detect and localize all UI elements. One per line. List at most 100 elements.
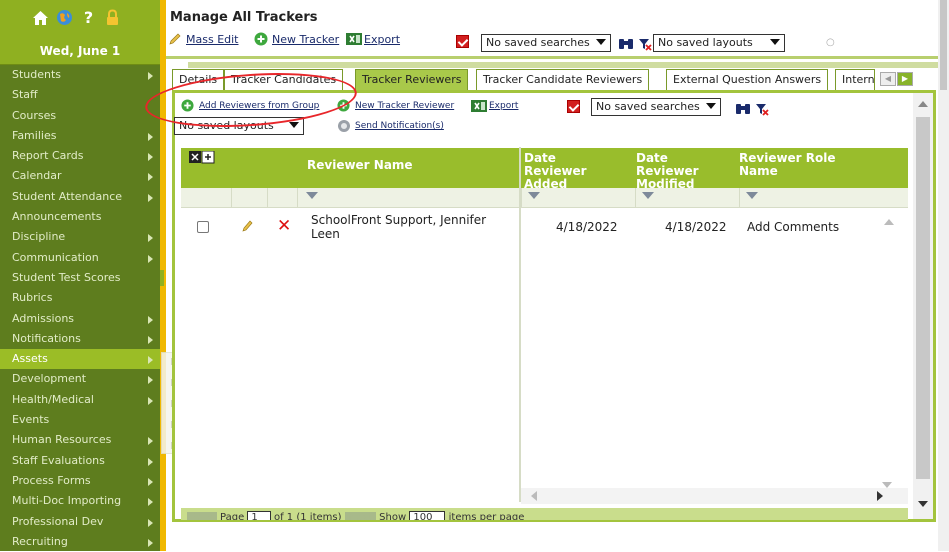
tab-tracker-candidate-reviewers[interactable]: Tracker Candidate Reviewers: [476, 69, 650, 91]
sidebar-item-notifications[interactable]: Notifications: [0, 329, 160, 349]
tab-scroll-left-icon[interactable]: ◀: [880, 72, 896, 86]
clear-filter-icon[interactable]: [755, 102, 769, 119]
sub-export-label[interactable]: Export: [489, 101, 518, 111]
lock-icon[interactable]: [104, 9, 121, 26]
page-scrollbar[interactable]: [938, 0, 949, 551]
sidebar-item-human-resources[interactable]: Human Resources: [0, 430, 160, 450]
send-notification-label[interactable]: Send Notification(s): [355, 121, 444, 131]
sidebar-item-student-attendance[interactable]: Student Attendance: [0, 187, 160, 207]
tab-tracker-reviewers[interactable]: Tracker Reviewers: [355, 69, 469, 91]
send-notification-button[interactable]: Send Notification(s): [337, 119, 444, 133]
export-label[interactable]: Export: [364, 33, 400, 46]
saved-searches-select[interactable]: No saved searches: [481, 34, 611, 52]
page-size-select[interactable]: 100: [409, 511, 446, 520]
clear-filter-icon[interactable]: [638, 37, 652, 54]
filter-icon[interactable]: [642, 192, 654, 199]
prev-page-button[interactable]: Prev: [187, 512, 217, 520]
sidebar-item-process-forms[interactable]: Process Forms: [0, 471, 160, 491]
binoculars-icon[interactable]: [735, 101, 751, 118]
horizontal-scrollbar[interactable]: [521, 488, 908, 504]
scroll-down-icon[interactable]: [918, 501, 928, 507]
layout-save-icon[interactable]: ○: [826, 37, 835, 48]
filter-icon[interactable]: [306, 192, 318, 199]
new-tracker-button[interactable]: New Tracker: [254, 32, 339, 46]
column-header-reviewer-name[interactable]: Reviewer Name: [307, 159, 413, 172]
tab-tracker-candidates[interactable]: Tracker Candidates: [224, 69, 344, 91]
sidebar-item-rubrics[interactable]: Rubrics: [0, 288, 160, 308]
page-select[interactable]: 1: [247, 511, 271, 520]
role-name-cell: Add Comments: [747, 220, 840, 234]
scroll-right-icon[interactable]: [877, 491, 883, 501]
new-tracker-reviewer-label[interactable]: New Tracker Reviewer: [355, 101, 454, 111]
next-page-button[interactable]: Next: [344, 512, 376, 520]
row-select-checkbox[interactable]: [197, 221, 209, 233]
sidebar-collapse-handle[interactable]: [160, 270, 164, 286]
add-reviewers-label[interactable]: Add Reviewers from Group: [199, 101, 319, 111]
sidebar-item-events[interactable]: Events: [0, 410, 160, 430]
tab-external-question-answers[interactable]: External Question Answers: [666, 69, 829, 91]
page-scroll-thumb[interactable]: [940, 0, 947, 90]
add-reviewers-button[interactable]: Add Reviewers from Group: [181, 99, 319, 113]
new-tracker-reviewer-button[interactable]: New Tracker Reviewer: [337, 99, 454, 113]
tab-intern[interactable]: Intern: [835, 69, 875, 91]
sidebar-item-development[interactable]: Development: [0, 369, 160, 389]
help-icon[interactable]: ?: [80, 8, 97, 27]
column-header-role-name[interactable]: Reviewer Role Name: [739, 152, 839, 178]
sidebar-item-multi-doc-importing[interactable]: Multi-Doc Importing: [0, 491, 160, 511]
frozen-column-divider[interactable]: [519, 147, 521, 502]
scroll-up-icon[interactable]: [918, 101, 928, 107]
column-header-date-added[interactable]: Date Reviewer Added: [524, 152, 609, 191]
sidebar-item-label: Families: [12, 128, 57, 142]
grid-scroll-up-icon[interactable]: [884, 219, 894, 225]
scroll-thumb[interactable]: [916, 117, 930, 479]
sidebar-item-report-cards[interactable]: Report Cards: [0, 146, 160, 166]
mass-edit-button[interactable]: Mass Edit: [168, 32, 239, 46]
sidebar-item-professional-dev[interactable]: Professional Dev: [0, 512, 160, 532]
sidebar-item-health-medical[interactable]: Health/Medical: [0, 390, 160, 410]
sidebar-item-communication[interactable]: Communication: [0, 248, 160, 268]
sidebar-item-announcements[interactable]: Announcements: [0, 207, 160, 227]
sidebar-item-students[interactable]: Students: [0, 65, 160, 85]
column-chooser-icon[interactable]: [189, 150, 215, 168]
sidebar-item-label: Courses: [12, 108, 57, 122]
filter-cell: [739, 188, 869, 208]
chevron-down-icon: [770, 39, 780, 45]
home-icon[interactable]: [32, 9, 49, 26]
filter-icon[interactable]: [528, 192, 540, 199]
globe-icon[interactable]: [56, 9, 73, 26]
sidebar-item-label: Discipline: [12, 230, 66, 244]
sidebar-item-staff[interactable]: Staff: [0, 85, 160, 105]
new-tracker-label[interactable]: New Tracker: [272, 33, 339, 46]
notification-icon: [337, 119, 351, 133]
sidebar-item-calendar[interactable]: Calendar: [0, 166, 160, 186]
sidebar-item-admissions[interactable]: Admissions: [0, 309, 160, 329]
panel-vertical-scrollbar[interactable]: [913, 93, 933, 519]
scroll-left-icon[interactable]: [531, 491, 537, 501]
tab-scroll-right-icon[interactable]: ▶: [897, 72, 913, 86]
sidebar-item-staff-evaluations[interactable]: Staff Evaluations: [0, 451, 160, 471]
sidebar-item-assets[interactable]: Assets: [0, 349, 160, 370]
sidebar-item-courses[interactable]: Courses: [0, 106, 160, 126]
table-row[interactable]: ✕ SchoolFront Support, Jennifer Leen 4/1…: [181, 211, 908, 247]
sidebar-item-discipline[interactable]: Discipline: [0, 227, 160, 247]
export-button[interactable]: Export: [346, 32, 400, 46]
delete-icon[interactable]: ✕: [277, 218, 291, 235]
binoculars-icon[interactable]: [618, 36, 634, 53]
edit-icon[interactable]: [241, 219, 253, 236]
export-all-checkbox[interactable]: [456, 35, 469, 48]
tab-details[interactable]: Details: [172, 69, 225, 91]
sub-export-all-checkbox[interactable]: [567, 100, 580, 113]
per-page-label: items per page: [448, 512, 525, 520]
sidebar-item-recruiting[interactable]: Recruiting: [0, 532, 160, 552]
sub-saved-searches-select[interactable]: No saved searches: [591, 98, 721, 116]
mass-edit-label[interactable]: Mass Edit: [186, 33, 239, 46]
saved-layouts-select[interactable]: No saved layouts: [653, 34, 785, 52]
sidebar-item-student-test-scores[interactable]: Student Test Scores: [0, 268, 160, 288]
sub-saved-layouts-select[interactable]: No saved layouts: [174, 117, 304, 135]
filter-cell: [231, 188, 267, 208]
sub-export-button[interactable]: Export: [471, 99, 518, 113]
column-header-date-modified[interactable]: Date Reviewer Modified: [636, 152, 726, 191]
filter-icon[interactable]: [746, 192, 758, 199]
toolbar-divider: [166, 56, 949, 59]
sidebar-item-families[interactable]: Families: [0, 126, 160, 146]
